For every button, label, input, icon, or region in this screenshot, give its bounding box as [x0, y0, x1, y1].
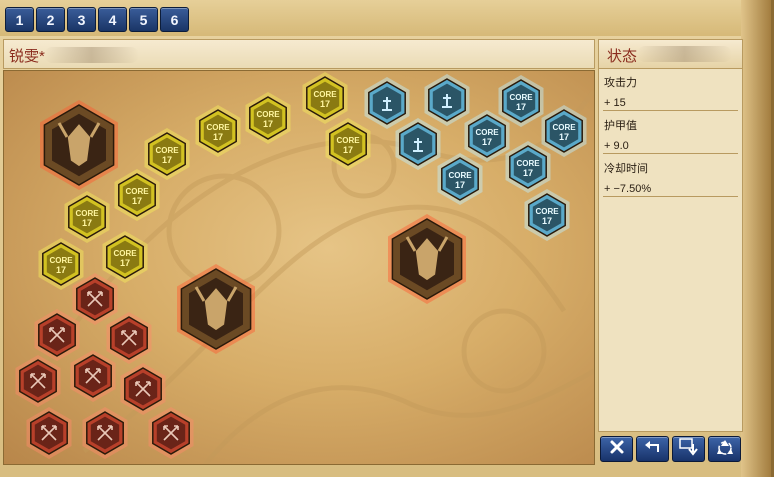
- rune-label: CORE: [552, 123, 576, 132]
- glyph-rune-slot[interactable]: [10, 353, 66, 409]
- rune-label: CORE: [256, 110, 280, 119]
- decorative-swirl: [637, 46, 732, 62]
- stat-cooldown: 冷却时间 + −7.50%: [603, 160, 738, 195]
- seal-rune-slot[interactable]: CORE17: [432, 151, 488, 207]
- decorative-swirl: [44, 47, 139, 63]
- tab-page-4[interactable]: 4: [98, 7, 127, 32]
- stats-panel: 状态 攻击力 + 15 护甲值 + 9.0 冷却时间 + −7.50%: [598, 39, 743, 432]
- rune-level: 17: [542, 216, 552, 226]
- tab-page-6[interactable]: 6: [160, 7, 189, 32]
- recycle-icon: [716, 438, 734, 461]
- stat-value: + 15: [604, 97, 626, 109]
- rune-label: CORE: [75, 209, 99, 218]
- rune-label: CORE: [535, 207, 559, 216]
- undo-icon: [644, 439, 662, 460]
- recycle-button[interactable]: [708, 436, 741, 462]
- rune-label: CORE: [448, 171, 472, 180]
- stats-title: 状态: [607, 48, 638, 65]
- stat-label: 冷却时间: [604, 163, 648, 175]
- stat-value: + 9.0: [604, 140, 629, 152]
- rune-label: CORE: [49, 256, 73, 265]
- rune-label: CORE: [206, 123, 230, 132]
- glyph-rune-slot[interactable]: [21, 405, 77, 461]
- rune-label: CORE: [155, 146, 179, 155]
- glyph-rune-slot[interactable]: [143, 405, 199, 461]
- mark-rune-slot[interactable]: CORE17: [190, 103, 246, 159]
- rune-level: 17: [82, 218, 92, 228]
- rune-level: 17: [482, 137, 492, 147]
- rune-level: 17: [455, 180, 465, 190]
- glyph-rune-slot[interactable]: [65, 348, 121, 404]
- tab-page-1[interactable]: 1: [5, 7, 34, 32]
- frame-border: [741, 0, 771, 477]
- seal-rune-slot[interactable]: CORE17: [519, 187, 575, 243]
- stat-armor: 护甲值 + 9.0: [603, 117, 738, 152]
- quintessence-rune-slot[interactable]: [169, 262, 263, 356]
- rune-page-window: 1 2 3 4 5 6 锐雯* CORE 17 CORE 17 CORE 17 CORE 17…: [0, 0, 774, 477]
- stat-attack: 攻击力 + 15: [603, 74, 738, 109]
- stat-value: + −7.50%: [604, 183, 652, 195]
- divider: [603, 110, 738, 111]
- rune-level: 17: [120, 258, 130, 268]
- rune-label: CORE: [113, 249, 137, 258]
- divider: [603, 196, 738, 197]
- rune-level: 17: [559, 132, 569, 142]
- rune-label: CORE: [509, 93, 533, 102]
- rune-label: CORE: [336, 136, 360, 145]
- rune-label: CORE: [125, 187, 149, 196]
- rune-level: 17: [263, 119, 273, 129]
- stat-label: 攻击力: [604, 77, 637, 89]
- build-title-bar[interactable]: 锐雯*: [3, 39, 595, 69]
- tab-bar: 1 2 3 4 5 6: [0, 0, 745, 36]
- rune-level: 17: [132, 196, 142, 206]
- rune-level: 17: [523, 168, 533, 178]
- rune-board: CORE 17 CORE 17 CORE 17 CORE 17 CORE 17 CORE 17 CORE…: [3, 70, 595, 465]
- rune-level: 17: [320, 99, 330, 109]
- clear-button[interactable]: [600, 436, 633, 462]
- rune-label: CORE: [475, 128, 499, 137]
- tab-page-5[interactable]: 5: [129, 7, 158, 32]
- rune-level: 17: [343, 145, 353, 155]
- quintessence-rune-slot[interactable]: [380, 212, 474, 306]
- tab-page-2[interactable]: 2: [36, 7, 65, 32]
- glyph-rune-slot[interactable]: [77, 405, 133, 461]
- mark-rune-slot[interactable]: CORE17: [240, 90, 296, 146]
- close-x-icon: [609, 439, 625, 460]
- tab-page-3[interactable]: 3: [67, 7, 96, 32]
- rune-level: 17: [56, 265, 66, 275]
- stats-header: 状态: [599, 40, 742, 69]
- stat-label: 护甲值: [604, 120, 637, 132]
- divider: [603, 153, 738, 154]
- rune-level: 17: [213, 132, 223, 142]
- undo-button[interactable]: [636, 436, 669, 462]
- save-down-icon: [678, 437, 699, 461]
- build-title[interactable]: 锐雯*: [9, 45, 45, 66]
- rune-level: 17: [162, 155, 172, 165]
- rune-label: CORE: [313, 90, 337, 99]
- rune-label: CORE: [516, 159, 540, 168]
- rune-level: 17: [516, 102, 526, 112]
- quintessence-rune-slot[interactable]: [32, 98, 126, 192]
- save-button[interactable]: [672, 436, 705, 462]
